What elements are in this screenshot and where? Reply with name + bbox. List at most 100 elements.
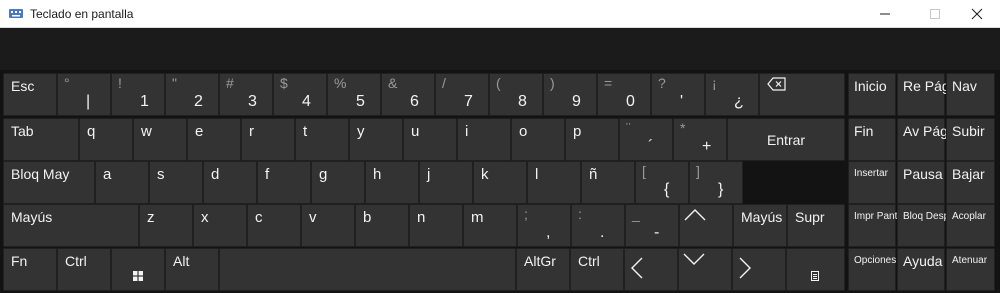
key-atenuar[interactable]: Atenuar (946, 248, 995, 291)
key-fn[interactable]: Fn (3, 248, 57, 291)
key-n[interactable]: n (409, 204, 463, 247)
key-down[interactable] (678, 248, 732, 291)
key-k2-shift-label: " (172, 75, 177, 91)
key-k2[interactable]: " 2 (165, 73, 219, 116)
key-k8[interactable]: (8 (489, 73, 543, 116)
key-d[interactable]: d (203, 161, 257, 204)
key-k4[interactable]: $4 (273, 73, 327, 116)
key-alt[interactable]: Alt (165, 248, 219, 291)
key-p[interactable]: p (565, 118, 619, 161)
minimize-button[interactable] (862, 0, 908, 27)
key-esc[interactable]: Esc (3, 73, 57, 116)
key-o[interactable]: o (511, 118, 565, 161)
key-k0[interactable]: = 0 (597, 73, 651, 116)
key-up[interactable] (679, 204, 733, 247)
key-comma[interactable]: ;, (517, 204, 571, 247)
key-k7-shift-label: / (442, 75, 446, 91)
key-space[interactable] (219, 248, 516, 291)
key-k6-shift-label: & (388, 75, 398, 91)
key-rshift[interactable]: Mayús (733, 204, 787, 247)
key-j[interactable]: j (419, 161, 473, 204)
key-u[interactable]: u (403, 118, 457, 161)
key-k6[interactable]: & 6 (381, 73, 435, 116)
key-n-label: n (417, 209, 426, 226)
key-imprpant[interactable]: Impr Pant (848, 204, 898, 247)
key-a[interactable]: a (95, 161, 149, 204)
key-b[interactable]: b (355, 204, 409, 247)
key-pausa[interactable]: Pausa (897, 161, 945, 204)
key-lshift[interactable]: Mayús (3, 204, 139, 247)
key-k3[interactable]: #3 (219, 73, 273, 116)
key-ayuda[interactable]: Ayuda (897, 248, 945, 291)
key-lbrace-shift-label: [ (642, 163, 646, 179)
key-plus[interactable]: * + (673, 118, 727, 161)
key-win[interactable] (111, 248, 165, 291)
key-b-label: b (363, 209, 372, 226)
key-m[interactable]: m (463, 204, 517, 247)
key-menu[interactable] (786, 248, 845, 291)
key-x[interactable]: x (193, 204, 247, 247)
key-inv-q-shift-label: ¡ (712, 75, 717, 91)
key-k5[interactable]: % 5 (327, 73, 381, 116)
key-r[interactable]: r (241, 118, 295, 161)
key-backtick[interactable]: ° | (57, 73, 111, 116)
key-capslock[interactable]: Bloq May (3, 161, 95, 204)
key-altgr[interactable]: AltGr (516, 248, 570, 291)
key-w-label: w (141, 123, 152, 140)
key-fin[interactable]: Fin (848, 118, 896, 161)
key-z[interactable]: z (139, 204, 193, 247)
key-tab[interactable]: Tab (3, 118, 79, 161)
key-nav[interactable]: Nav (946, 73, 995, 116)
key-k9[interactable]: ) 9 (543, 73, 597, 116)
key-k1[interactable]: ! 1 (111, 73, 165, 116)
key-acoplar[interactable]: Acoplar (946, 204, 995, 247)
key-apos[interactable]: ? ' (651, 73, 705, 116)
key-v[interactable]: v (301, 204, 355, 247)
key-l[interactable]: l (527, 161, 581, 204)
key-period[interactable]: :. (571, 204, 625, 247)
key-ntilde[interactable]: ñ (581, 161, 635, 204)
key-opciones[interactable]: Opciones (848, 248, 896, 291)
key-supr[interactable]: Supr (787, 204, 845, 247)
key-w[interactable]: w (133, 118, 187, 161)
key-backspace[interactable] (759, 73, 845, 116)
maximize-icon (930, 8, 940, 19)
key-k0-shift-label: = (604, 75, 613, 91)
key-h[interactable]: h (365, 161, 419, 204)
key-inv-q[interactable]: ¡ ¿ (705, 73, 759, 116)
key-q[interactable]: q (79, 118, 133, 161)
key-acute[interactable]: ¨ ´ (619, 118, 673, 161)
key-i[interactable]: i (457, 118, 511, 161)
key-s[interactable]: s (149, 161, 203, 204)
key-k5-shift-label: % (334, 75, 347, 91)
close-button[interactable] (954, 0, 1000, 27)
key-bloqdespl[interactable]: Bloq Despl (897, 204, 951, 247)
key-f[interactable]: f (257, 161, 311, 204)
key-enter[interactable]: Entrar (727, 118, 845, 161)
key-avpag[interactable]: Av Pág (897, 118, 948, 161)
key-subir[interactable]: Subir (946, 118, 995, 161)
key-c[interactable]: c (247, 204, 301, 247)
key-lctrl[interactable]: Ctrl (57, 248, 111, 291)
key-lbrace[interactable]: [{ (635, 161, 689, 204)
key-k7[interactable]: /7 (435, 73, 489, 116)
key-rctrl[interactable]: Ctrl (570, 248, 624, 291)
key-k[interactable]: k (473, 161, 527, 204)
key-inicio[interactable]: Inicio (848, 73, 896, 116)
key-rbrace[interactable]: ]} (689, 161, 743, 204)
key-insertar[interactable]: Insertar (848, 161, 896, 204)
key-t[interactable]: t (295, 118, 349, 161)
key-minus[interactable]: _ - (625, 204, 679, 247)
key-i-label: i (465, 123, 469, 140)
key-right[interactable] (732, 248, 786, 291)
key-a-label: a (103, 166, 112, 183)
maximize-button[interactable] (912, 0, 958, 27)
key-left[interactable] (624, 248, 678, 291)
key-imprpant-label: Impr Pant (854, 211, 898, 222)
key-y[interactable]: y (349, 118, 403, 161)
key-repag[interactable]: Re Pág (897, 73, 950, 116)
close-icon (971, 8, 983, 19)
key-g[interactable]: g (311, 161, 365, 204)
key-e[interactable]: e (187, 118, 241, 161)
key-bajar[interactable]: Bajar (946, 161, 995, 204)
